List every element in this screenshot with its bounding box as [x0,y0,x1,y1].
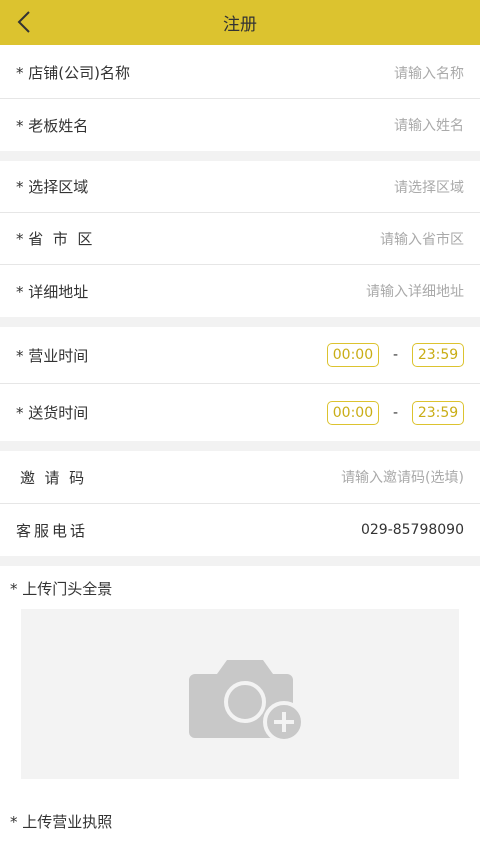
detail-address-row[interactable]: * 详细地址 请输入详细地址 [0,265,480,317]
store-name-label: * 店铺(公司)名称 [16,64,130,82]
invite-group: 邀 请 码 请输入邀请码(选填) 客服电话 029-85798090 [0,451,480,556]
camera-add-icon [189,660,305,743]
owner-name-input[interactable]: 请输入姓名 [394,115,464,135]
time-separator: - [392,404,398,421]
invite-code-input[interactable]: 请输入邀请码(选填) [341,467,464,487]
service-phone-row[interactable]: 客服电话 029-85798090 [0,504,480,556]
hours-group: * 营业时间 00:00 - 23:59 * 送货时间 00:00 - 23:5… [0,327,480,441]
business-start-time[interactable]: 00:00 [326,343,379,367]
region-label: * 选择区域 [16,178,89,196]
back-button[interactable] [12,10,36,34]
business-hours-row: * 营业时间 00:00 - 23:59 [0,327,480,384]
page-title: 注册 [223,15,257,35]
delivery-hours-row: * 送货时间 00:00 - 23:59 [0,384,480,441]
upload-storefront-box[interactable] [21,609,459,779]
store-name-row[interactable]: * 店铺(公司)名称 请输入名称 [0,47,480,99]
business-hours-label: * 营业时间 [16,346,89,365]
owner-name-row[interactable]: * 老板姓名 请输入姓名 [0,99,480,151]
delivery-end-time[interactable]: 23:59 [412,400,464,425]
detail-address-label: * 详细地址 [16,282,89,301]
business-end-time[interactable]: 23:59 [412,343,464,367]
time-separator: - [392,347,398,363]
invite-code-label: 邀 请 码 [20,468,85,487]
owner-name-label: * 老板姓名 [16,116,89,135]
detail-address-input[interactable]: 请输入详细地址 [366,281,464,301]
address-group: * 选择区域 请选择区域 * 省 市 区 请输入省市区 * 详细地址 请输入详细… [0,161,480,317]
app-header: 注册 [0,0,480,45]
region-row[interactable]: * 选择区域 请选择区域 [0,161,480,213]
province-label: * 省 市 区 [16,230,93,248]
delivery-start-time[interactable]: 00:00 [326,400,379,425]
invite-code-row[interactable]: 邀 请 码 请输入邀请码(选填) [0,451,480,504]
service-phone-value[interactable]: 029-85798090 [361,522,464,538]
province-input[interactable]: 请输入省市区 [380,229,464,249]
store-info-group: * 店铺(公司)名称 请输入名称 * 老板姓名 请输入姓名 [0,47,480,151]
store-name-input[interactable]: 请输入名称 [394,63,464,83]
delivery-hours-label: * 送货时间 [16,404,89,422]
province-row[interactable]: * 省 市 区 请输入省市区 [0,213,480,265]
service-phone-label: 客服电话 [16,521,89,540]
region-select[interactable]: 请选择区域 [394,177,464,197]
back-chevron-icon [17,11,30,33]
upload-section: * 上传门头全景 * 上传营业执照 [0,566,480,846]
upload-storefront-title: * 上传门头全景 [10,580,113,598]
